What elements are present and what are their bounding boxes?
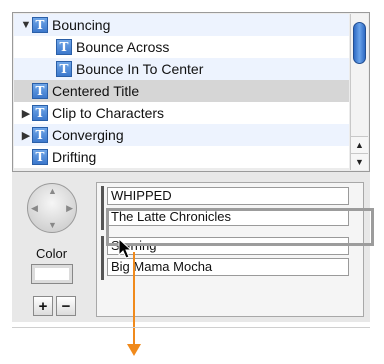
title-list-rows: ▼ T Bouncing T Bounce Across T Bounce In… [14,14,349,170]
list-item-label: Bouncing [52,17,111,33]
title-type-icon: T [32,105,48,121]
line-group-bar [101,236,104,280]
title-type-icon: T [32,149,48,165]
title-type-icon: T [56,39,72,55]
list-item-converging[interactable]: ▶ T Converging [14,124,349,146]
title-type-icon: T [56,61,72,77]
title-line-field[interactable]: Big Mama Mocha [107,258,349,276]
mouse-pointer-icon [118,238,133,259]
add-line-button[interactable]: + [33,296,53,316]
remove-line-button[interactable]: − [56,296,76,316]
arrow-down-icon [127,344,141,356]
color-label: Color [36,246,68,261]
title-line-field[interactable]: WHIPPED [107,187,349,205]
scroll-down-icon[interactable]: ▼ [351,153,368,170]
vertical-scrollbar[interactable]: ▲ ▼ [350,14,368,170]
list-item-label: Clip to Characters [52,105,165,121]
title-style-list: ▼ T Bouncing T Bounce Across T Bounce In… [12,12,370,172]
disclosure-closed-icon[interactable]: ▶ [20,102,32,124]
list-item-label: Centered Title [52,83,140,99]
drag-outline [106,208,374,246]
line-group-bar [101,186,104,230]
list-item-centered-title[interactable]: T Centered Title [14,80,349,102]
list-item-bounce-across[interactable]: T Bounce Across [14,36,349,58]
list-item-label: Bounce In To Center [76,61,204,77]
list-item-label: Bounce Across [76,39,170,55]
arrow-left-icon: ◀ [31,203,38,213]
disclosure-closed-icon[interactable]: ▶ [20,124,32,146]
arrow-down-icon: ▼ [48,220,57,230]
title-type-icon: T [32,83,48,99]
title-type-icon: T [32,17,48,33]
scroll-up-icon[interactable]: ▲ [351,136,368,153]
list-item-label: Drifting [52,149,97,165]
list-item-clip-to-characters[interactable]: ▶ T Clip to Characters [14,102,349,124]
arrow-right-icon: ▶ [66,203,73,213]
arrow-up-icon: ▲ [48,186,57,196]
color-well[interactable] [31,264,73,284]
drag-direction-arrow [133,252,135,346]
title-type-icon: T [32,127,48,143]
list-item-label: Converging [52,127,124,143]
list-item-bouncing[interactable]: ▼ T Bouncing [14,14,349,36]
list-item-bounce-in-to-center[interactable]: T Bounce In To Center [14,58,349,80]
direction-control[interactable]: ▲ ▼ ◀ ▶ [27,183,77,233]
divider [12,327,370,328]
disclosure-open-icon[interactable]: ▼ [20,14,32,36]
scrollbar-thumb[interactable] [353,22,366,64]
list-item-drifting[interactable]: T Drifting [14,146,349,168]
